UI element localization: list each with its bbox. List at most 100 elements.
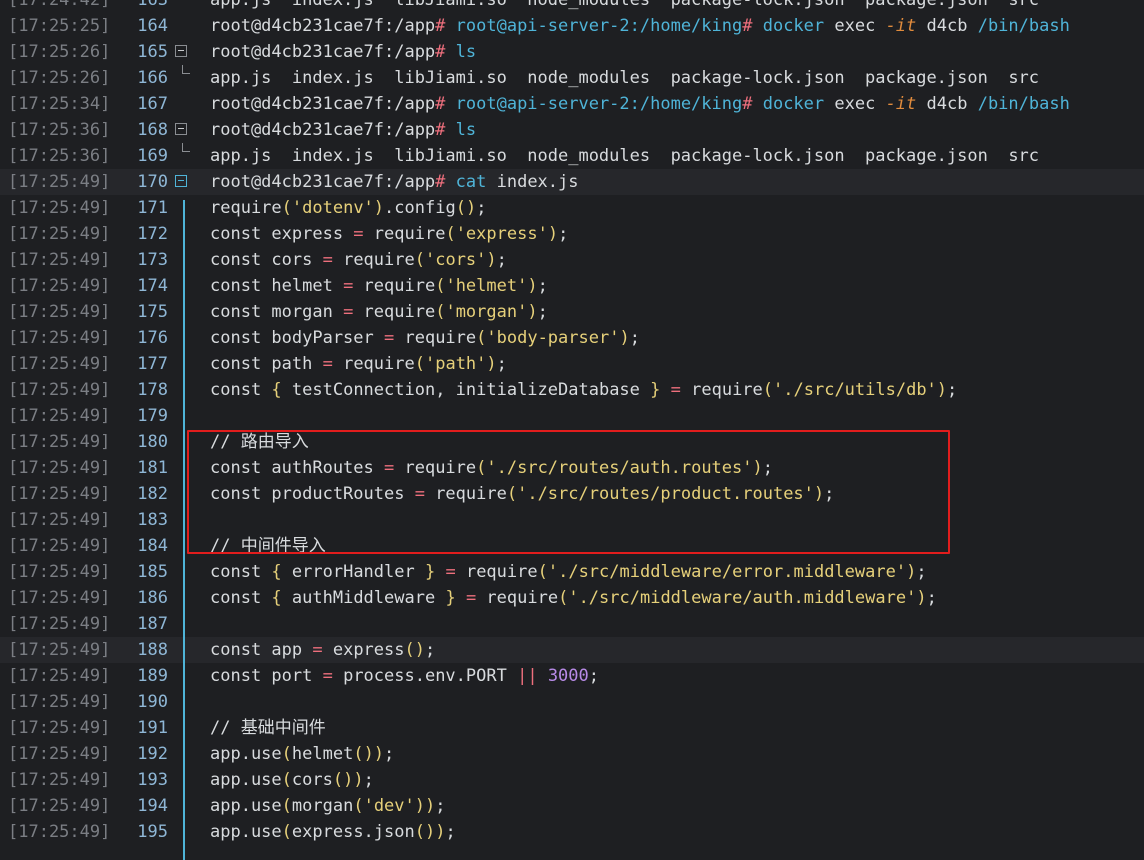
text-segment: const productRoutes — [210, 484, 415, 504]
line-text: app.use(express.json()); — [210, 819, 456, 845]
text-segment: root@api-server-2:/home/king — [455, 16, 743, 36]
text-segment: ) — [486, 250, 497, 270]
text-segment: require — [394, 328, 477, 348]
text-segment: ) — [547, 224, 559, 244]
fold-toggle-icon[interactable] — [175, 45, 187, 57]
timestamp: [17:25:49] — [8, 354, 111, 374]
text-segment: authMiddleware — [281, 588, 446, 608]
terminal-line: [17:24:42] 163 app.js index.js libJiami.so… — [0, 0, 1144, 13]
text-segment: const helmet — [210, 276, 344, 296]
text-segment: ( — [414, 250, 425, 270]
text-segment: ; — [588, 666, 600, 686]
text-segment: ( — [281, 822, 292, 842]
line-number: 186 — [137, 588, 168, 608]
text-segment: ( — [281, 796, 292, 816]
text-segment: 'morgan' — [445, 302, 528, 322]
text-segment: # — [435, 120, 456, 140]
text-segment: ; — [424, 640, 436, 660]
line-number: 173 — [137, 250, 168, 270]
text-segment: require — [455, 562, 538, 582]
text-segment: ( — [506, 484, 518, 504]
line-number: 163 — [137, 0, 168, 10]
terminal-output[interactable]: [17:24:42] 163 app.js index.js libJiami.so… — [0, 0, 1144, 845]
terminal-line: [17:25:49] 171 require('dotenv').config(); — [0, 195, 1144, 221]
line-text: app.js index.js libJiami.so node_modules… — [210, 65, 1039, 91]
line-text: const morgan = require('morgan'); — [210, 299, 548, 325]
timestamp: [17:25:49] — [8, 796, 111, 816]
terminal-line: [17:25:49] 192 app.use(helmet()); — [0, 741, 1144, 767]
text-segment: = — [343, 276, 354, 296]
terminal-line: [17:25:49] 172 const express = require('ex… — [0, 221, 1144, 247]
text-segment: // 基础中间件 — [210, 718, 326, 738]
line-text: app.use(cors()); — [210, 767, 374, 793]
line-text: const app = express(); — [210, 637, 435, 663]
timestamp: [17:25:49] — [8, 250, 111, 270]
terminal-line: [17:25:49] 186 const { authMiddleware } = … — [0, 585, 1144, 611]
terminal-line: [17:25:49] 194 app.use(morgan('dev')); — [0, 793, 1144, 819]
text-segment: ; — [537, 302, 548, 322]
text-segment: const path — [210, 354, 323, 374]
timestamp: [17:25:49] — [8, 562, 111, 582]
text-segment — [660, 380, 670, 400]
text-segment: exec — [824, 16, 886, 36]
text-segment: express — [322, 640, 405, 660]
text-segment: ( — [435, 302, 446, 322]
text-segment: ) — [813, 484, 825, 504]
terminal-line: [17:25:49] 178 const { testConnection, ini… — [0, 377, 1144, 403]
text-segment: { — [271, 588, 282, 608]
text-segment: ()) — [332, 770, 364, 790]
text-segment: = — [322, 666, 333, 686]
text-segment: -it — [885, 94, 917, 114]
text-segment: require — [332, 250, 415, 270]
text-segment: -it — [885, 16, 917, 36]
text-segment: ) — [527, 276, 538, 296]
text-segment: ( — [281, 198, 292, 218]
text-segment: = — [312, 640, 323, 660]
text-segment — [456, 588, 466, 608]
fold-toggle-icon[interactable] — [175, 123, 187, 135]
terminal-line: [17:25:49] 182 const productRoutes = requi… — [0, 481, 1144, 507]
line-text: const port = process.env.PORT || 3000; — [210, 663, 599, 689]
line-number: 167 — [137, 94, 168, 114]
text-segment: helmet — [291, 744, 354, 764]
text-segment: ( — [414, 354, 425, 374]
line-number: 183 — [137, 510, 168, 530]
line-number: 189 — [137, 666, 168, 686]
line-text: // 路由导入 — [210, 429, 309, 455]
text-segment: express.json — [291, 822, 415, 842]
text-segment: docker — [762, 94, 825, 114]
line-number: 168 — [137, 120, 168, 140]
fold-region-line — [183, 200, 185, 860]
text-segment: ( — [476, 328, 487, 348]
fold-toggle-icon[interactable] — [175, 175, 187, 187]
timestamp: [17:25:49] — [8, 614, 111, 634]
terminal-line: [17:25:26] 165 root@d4cb231cae7f:/app# ls — [0, 39, 1144, 65]
text-segment: /bin/bash — [977, 16, 1070, 36]
timestamp: [17:25:49] — [8, 432, 111, 452]
line-text: const helmet = require('helmet'); — [210, 273, 548, 299]
text-segment: './src/middleware/error.middleware' — [547, 562, 907, 582]
line-text: const productRoutes = require('./src/rou… — [210, 481, 834, 507]
text-segment: .config — [384, 198, 456, 218]
text-segment: ; — [496, 250, 507, 270]
terminal-line: [17:25:49] 195 app.use(express.json()); — [0, 819, 1144, 845]
timestamp: [17:25:49] — [8, 302, 111, 322]
terminal-line: [17:25:49] 175 const morgan = require('mor… — [0, 299, 1144, 325]
timestamp: [17:25:49] — [8, 458, 111, 478]
text-segment: { — [271, 380, 282, 400]
timestamp: [17:25:36] — [8, 146, 111, 166]
text-segment: docker — [762, 16, 825, 36]
text-segment: ; — [824, 484, 835, 504]
timestamp: [17:25:49] — [8, 770, 111, 790]
text-segment: = — [670, 380, 681, 400]
text-segment: app.use — [210, 770, 282, 790]
text-segment: ( — [558, 588, 569, 608]
line-text: const { authMiddleware } = require('./sr… — [210, 585, 937, 611]
line-number: 195 — [137, 822, 168, 842]
terminal-line: [17:25:49] 191 // 基础中间件 — [0, 715, 1144, 741]
text-segment: const bodyParser — [210, 328, 384, 348]
text-segment: ) — [936, 380, 948, 400]
text-segment: const — [210, 380, 272, 400]
text-segment: ) — [619, 328, 630, 348]
line-number: 171 — [137, 198, 168, 218]
